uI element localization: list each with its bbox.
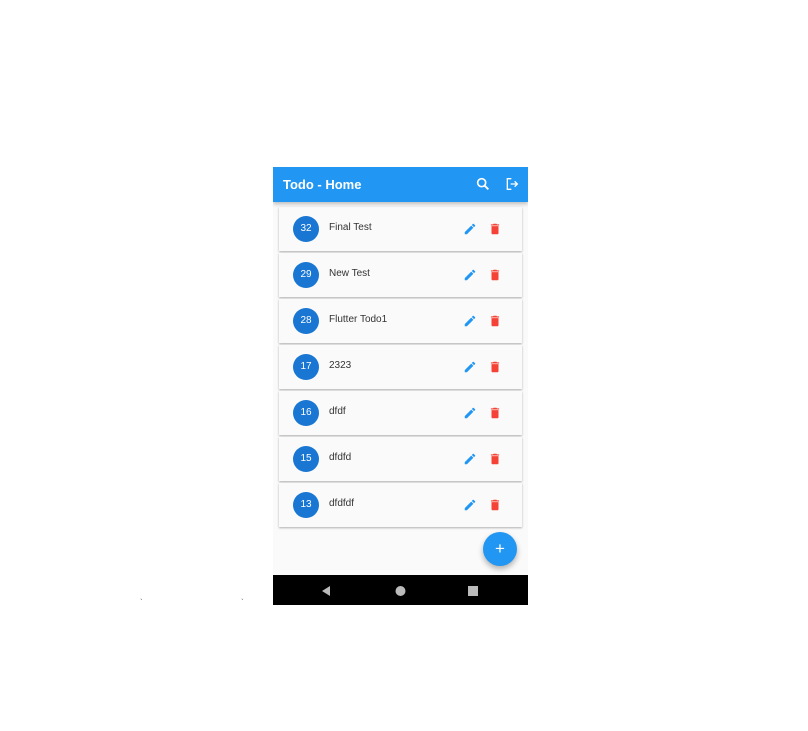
stray-mark: ` <box>241 598 244 607</box>
todo-item[interactable]: 32 Final Test <box>279 207 522 251</box>
todo-list: 32 Final Test 29 New Test 28 Flutter Tod… <box>279 207 522 529</box>
todo-title: dfdf <box>329 406 346 417</box>
todo-title: Final Test <box>329 222 372 233</box>
android-nav-bar <box>273 575 528 605</box>
search-icon[interactable] <box>475 176 491 192</box>
edit-icon[interactable] <box>463 498 477 512</box>
phone-screen: Todo - Home 32 Final Test 29 New Test 28… <box>273 167 528 605</box>
edit-icon[interactable] <box>463 268 477 282</box>
delete-icon[interactable] <box>488 452 502 466</box>
app-title: Todo - Home <box>283 177 362 192</box>
edit-icon[interactable] <box>463 452 477 466</box>
todo-item[interactable]: 28 Flutter Todo1 <box>279 299 522 343</box>
todo-title: dfdfdf <box>329 498 355 509</box>
delete-icon[interactable] <box>488 314 502 328</box>
edit-icon[interactable] <box>463 406 477 420</box>
todo-id-avatar: 17 <box>293 354 319 380</box>
todo-title: Flutter Todo1 <box>329 314 388 325</box>
todo-title: New Test <box>329 268 370 279</box>
todo-title: 2323 <box>329 360 352 371</box>
delete-icon[interactable] <box>488 268 502 282</box>
app-bar: Todo - Home <box>273 167 528 202</box>
todo-item[interactable]: 17 2323 <box>279 345 522 389</box>
todo-item[interactable]: 16 dfdf <box>279 391 522 435</box>
logout-icon[interactable] <box>504 176 520 192</box>
edit-icon[interactable] <box>463 314 477 328</box>
edit-icon[interactable] <box>463 222 477 236</box>
todo-id-avatar: 32 <box>293 216 319 242</box>
todo-item[interactable]: 29 New Test <box>279 253 522 297</box>
todo-id-avatar: 28 <box>293 308 319 334</box>
recents-icon[interactable] <box>468 584 478 602</box>
todo-item[interactable]: 15 dfdfd <box>279 437 522 481</box>
delete-icon[interactable] <box>488 222 502 236</box>
todo-id-avatar: 13 <box>293 492 319 518</box>
delete-icon[interactable] <box>488 360 502 374</box>
add-todo-button[interactable]: + <box>483 532 517 566</box>
stray-mark: ` <box>140 598 143 607</box>
todo-title: dfdfd <box>329 452 352 463</box>
todo-id-avatar: 29 <box>293 262 319 288</box>
delete-icon[interactable] <box>488 498 502 512</box>
back-icon[interactable] <box>321 584 331 602</box>
todo-item[interactable]: 13 dfdfdf <box>279 483 522 527</box>
delete-icon[interactable] <box>488 406 502 420</box>
edit-icon[interactable] <box>463 360 477 374</box>
todo-id-avatar: 15 <box>293 446 319 472</box>
home-icon[interactable] <box>395 584 406 602</box>
todo-id-avatar: 16 <box>293 400 319 426</box>
